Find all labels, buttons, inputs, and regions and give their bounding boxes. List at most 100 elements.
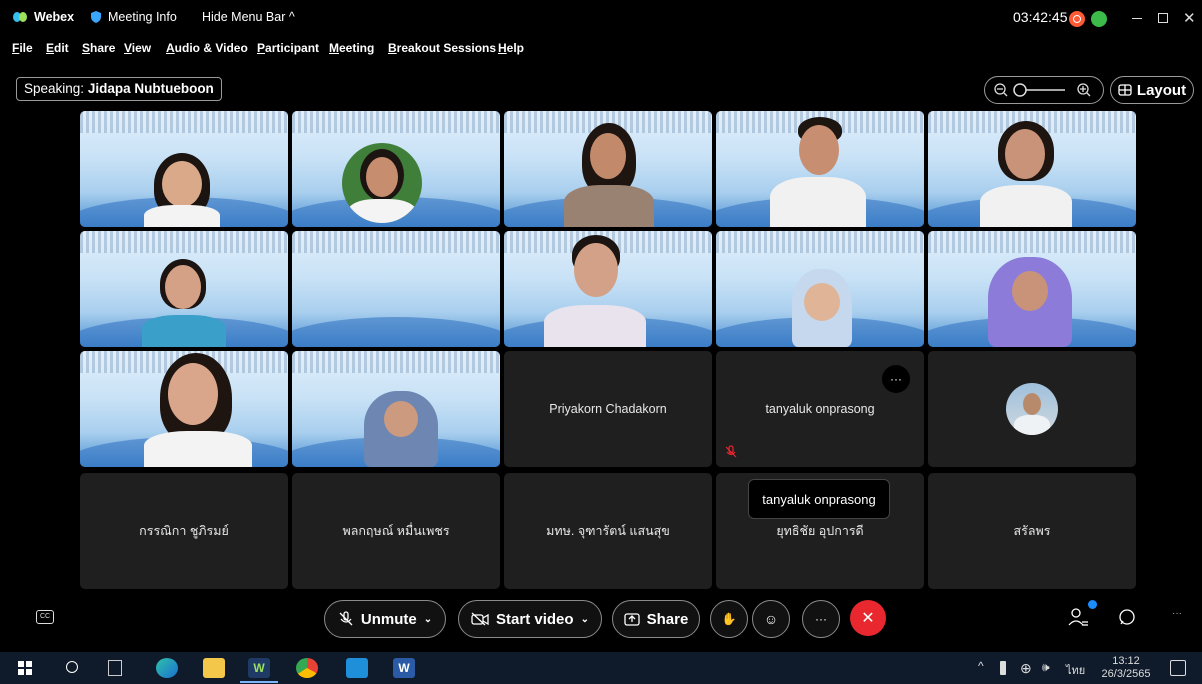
video-tile[interactable] — [292, 111, 500, 227]
share-button[interactable]: Share — [612, 600, 700, 638]
hide-menu-bar-button[interactable]: Hide Menu Bar ^ — [202, 10, 295, 24]
video-tile[interactable] — [504, 231, 712, 347]
active-app-underline — [240, 681, 278, 683]
participant-name: tanyaluk onprasong — [765, 402, 875, 416]
leave-meeting-button[interactable]: ✕ — [850, 600, 886, 636]
participant-tile[interactable]: พลกฤษณ์ หมื่นเพชร — [292, 473, 500, 589]
menu-help[interactable]: Help — [498, 41, 524, 55]
active-speaker-indicator: Speaking: Jidapa Nubtueboon — [16, 77, 222, 101]
participant-tile[interactable]: มทษ. จุฑารัตน์ แสนสุข — [504, 473, 712, 589]
share-label: Share — [646, 610, 689, 628]
network-health-icon[interactable] — [1091, 11, 1107, 27]
participant-video — [558, 119, 658, 227]
webex-taskbar-icon[interactable]: W — [248, 658, 270, 678]
participants-panel-button[interactable] — [1068, 600, 1097, 628]
video-tile[interactable] — [504, 111, 712, 227]
speaking-prefix: Speaking: — [24, 81, 85, 96]
start-video-label: Start video — [496, 610, 574, 628]
edge-browser-icon[interactable] — [156, 658, 178, 678]
recording-icon[interactable] — [1069, 11, 1085, 27]
more-options-icon[interactable]: ··· — [882, 365, 910, 393]
menu-share[interactable]: Share — [82, 41, 115, 55]
close-icon: ✕ — [861, 610, 875, 627]
input-language[interactable]: ไทย — [1066, 661, 1085, 679]
chevron-down-icon[interactable]: ⌄ — [424, 614, 432, 625]
menu-participant[interactable]: Participant — [257, 41, 319, 55]
webex-app[interactable]: Webex — [12, 10, 74, 24]
menu-audio-video[interactable]: Audio & Video — [166, 41, 248, 55]
closed-captions-icon[interactable]: CC — [36, 610, 54, 624]
chat-button[interactable] — [1118, 608, 1136, 631]
file-explorer-icon[interactable] — [203, 658, 225, 678]
participant-tile[interactable]: Priyakorn Chadakorn — [504, 351, 712, 467]
taskbar-date: 26/3/2565 — [1101, 668, 1151, 680]
participant-name: ยุทธิชัย อุปการดี — [776, 524, 864, 538]
notifications-icon[interactable] — [1170, 660, 1186, 676]
video-tile[interactable] — [928, 111, 1136, 227]
participant-video — [978, 257, 1082, 347]
reactions-button[interactable]: ☺ — [752, 600, 790, 638]
notification-dot — [1088, 600, 1097, 609]
meeting-info-label: Meeting Info — [108, 10, 177, 24]
close-icon[interactable]: ✕ — [1183, 9, 1196, 27]
video-tile[interactable] — [80, 231, 288, 347]
search-icon[interactable] — [66, 661, 78, 673]
task-view-icon[interactable] — [108, 660, 122, 676]
video-tile[interactable] — [716, 231, 924, 347]
participant-video — [540, 235, 650, 347]
volume-icon[interactable]: 🕪 — [1042, 660, 1050, 675]
restore-icon[interactable] — [1158, 13, 1168, 23]
word-icon[interactable]: W — [393, 658, 415, 678]
more-panels-icon[interactable]: ··· — [1172, 608, 1182, 619]
shield-icon — [91, 11, 101, 23]
zoom-control — [984, 76, 1104, 104]
video-tile[interactable] — [928, 231, 1136, 347]
media-player-icon[interactable] — [346, 658, 368, 678]
grid-layout-icon — [1118, 84, 1132, 96]
zoom-out-icon[interactable] — [994, 83, 1008, 97]
unmute-button[interactable]: Unmute ⌄ — [324, 600, 446, 638]
menu-view[interactable]: View — [124, 41, 151, 55]
video-tile[interactable] — [80, 351, 288, 467]
menu-meeting[interactable]: Meeting — [329, 41, 374, 55]
menu-edit[interactable]: Edit — [46, 41, 69, 55]
participant-tile[interactable]: สรัลพร — [928, 473, 1136, 589]
taskbar-time: 13:12 — [1112, 655, 1140, 667]
zoom-slider-thumb[interactable] — [1013, 83, 1027, 97]
clock[interactable]: 13:12 26/3/2565 — [1100, 655, 1152, 681]
participant-tile[interactable] — [928, 351, 1136, 467]
chevron-down-icon[interactable]: ⌄ — [581, 614, 589, 625]
meeting-info-button[interactable]: Meeting Info — [90, 10, 177, 24]
video-tile[interactable] — [80, 111, 288, 227]
usb-icon[interactable] — [1000, 661, 1006, 675]
webex-logo-icon — [13, 12, 27, 22]
video-tile[interactable] — [292, 231, 500, 347]
start-video-button[interactable]: Start video ⌄ — [458, 600, 602, 638]
zoom-in-icon[interactable] — [1077, 83, 1091, 97]
layout-button[interactable]: Layout — [1110, 76, 1194, 104]
speaker-name: Jidapa Nubtueboon — [87, 81, 214, 96]
show-hidden-icons[interactable]: ^ — [978, 659, 984, 673]
participant-name: Priyakorn Chadakorn — [549, 402, 667, 416]
participant-tile[interactable]: กรรณิกา ชูภิรมย์ — [80, 473, 288, 589]
menu-breakout-sessions[interactable]: Breakout Sessions — [388, 41, 496, 55]
app-name: Webex — [34, 10, 75, 24]
minimize-icon[interactable] — [1132, 18, 1142, 19]
video-tile[interactable] — [716, 111, 924, 227]
menu-file[interactable]: File — [12, 41, 33, 55]
raise-hand-button[interactable]: ✋ — [710, 600, 748, 638]
more-icon: ··· — [815, 612, 827, 626]
participant-video — [136, 127, 226, 227]
participant-video — [782, 269, 862, 347]
network-icon[interactable]: ⊕ — [1020, 660, 1032, 677]
participant-video — [342, 143, 422, 223]
video-tile[interactable] — [292, 351, 500, 467]
participant-tile[interactable]: tanyaluk onprasong ··· — [716, 351, 924, 467]
more-options-button[interactable]: ··· — [802, 600, 840, 638]
unmute-label: Unmute — [360, 610, 417, 628]
avatar — [1006, 383, 1058, 435]
title-bar: Webex Meeting Info Hide Menu Bar ^ 03:42… — [0, 0, 1202, 38]
windows-start-icon[interactable] — [18, 661, 32, 675]
share-screen-icon — [623, 613, 640, 626]
chrome-browser-icon[interactable] — [296, 658, 318, 678]
